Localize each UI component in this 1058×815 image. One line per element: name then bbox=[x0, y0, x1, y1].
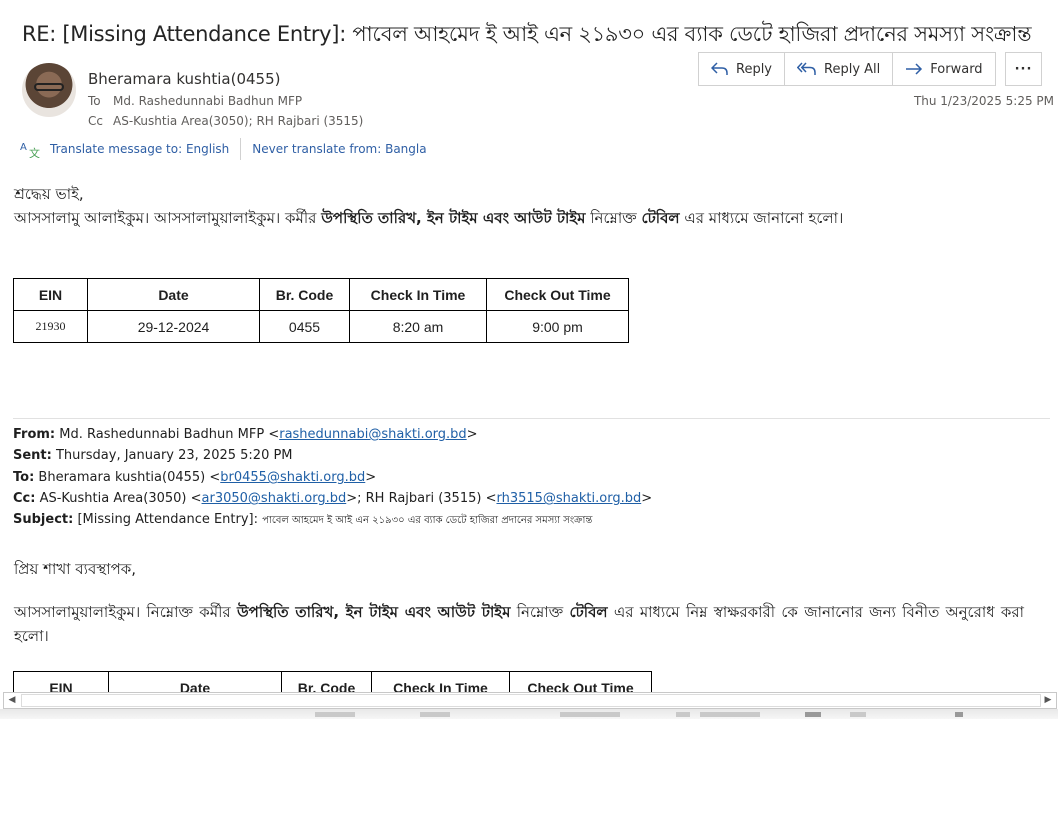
table-row: 21930 29-12-2024 0455 8:20 am 9:00 pm bbox=[13, 310, 629, 343]
horizontal-scrollbar[interactable]: ◀ ▶ bbox=[3, 692, 1057, 709]
cell-br-code: 0455 bbox=[259, 310, 350, 343]
quoted-sent: Sent: Thursday, January 23, 2025 5:20 PM bbox=[13, 448, 293, 463]
translate-bar: A 文 Translate message to: English Never … bbox=[20, 138, 427, 160]
subject-text: [Missing Attendance Entry]: bbox=[73, 512, 263, 527]
para-text: আসসালামু আলাইকুম। আসসালামুয়ালাইকুম। কর্… bbox=[14, 209, 322, 227]
forward-label: Forward bbox=[930, 61, 983, 77]
to-label: To: bbox=[13, 470, 35, 485]
para-text: আসসালামুয়ালাইকুম। নিম্নোক্ত কর্মীর bbox=[14, 603, 237, 621]
svg-text:A: A bbox=[20, 142, 27, 153]
to-name: Bheramara kushtia(0455) < bbox=[34, 470, 221, 485]
from-email-link[interactable]: rashedunnabi@shakti.org.bd bbox=[279, 427, 466, 442]
scroll-thumb[interactable] bbox=[21, 694, 1041, 707]
reply-all-label: Reply All bbox=[824, 61, 881, 77]
cc-recipients[interactable]: AS-Kushtia Area(3050); RH Rajbari (3515) bbox=[113, 114, 363, 128]
body-paragraph: আসসালামু আলাইকুম। আসসালামুয়ালাইকুম। কর্… bbox=[14, 207, 843, 232]
quoted-greeting: প্রিয় শাখা ব্যবস্থাপক, bbox=[14, 560, 137, 578]
scroll-right-icon[interactable]: ▶ bbox=[1040, 693, 1056, 708]
para-bold: টেবিল bbox=[641, 209, 680, 227]
quoted-from: From: Md. Rashedunnabi Badhun MFP <rashe… bbox=[13, 427, 478, 442]
greeting: শ্রদ্ধেয় ভাই, bbox=[14, 185, 84, 203]
quoted-paragraph: আসসালামুয়ালাইকুম। নিম্নোক্ত কর্মীর উপস্… bbox=[14, 600, 1024, 648]
header-check-out: Check Out Time bbox=[486, 278, 629, 311]
reply-button[interactable]: Reply bbox=[698, 52, 786, 86]
angle-close: > bbox=[365, 470, 377, 485]
forward-arrow-icon bbox=[906, 63, 923, 75]
sent-value: Thursday, January 23, 2025 5:20 PM bbox=[51, 448, 293, 463]
sent-label: Sent: bbox=[13, 448, 52, 463]
to-recipient[interactable]: Md. Rashedunnabi Badhun MFP bbox=[113, 94, 302, 108]
more-actions-button[interactable]: ··· bbox=[1004, 52, 1043, 86]
cc-email-link[interactable]: rh3515@shakti.org.bd bbox=[496, 491, 641, 506]
angle-close: > bbox=[466, 427, 478, 442]
para-bold: উপস্থিতি তারিখ, ইন টাইম এবং আউট টাইম bbox=[236, 603, 511, 621]
para-text: নিম্নোক্ত bbox=[510, 603, 570, 621]
table-header-row: EIN Date Br. Code Check In Time Check Ou… bbox=[13, 278, 629, 311]
para-text: নিম্নোক্ত bbox=[585, 209, 642, 227]
to-label: To bbox=[88, 94, 101, 108]
to-line: To Md. Rashedunnabi Badhun MFP bbox=[88, 94, 302, 108]
translate-icon: A 文 bbox=[20, 140, 40, 158]
forward-button[interactable]: Forward bbox=[892, 52, 996, 86]
status-bar bbox=[0, 709, 1058, 719]
para-text: এর মাধ্যমে জানানো হলো। bbox=[679, 209, 844, 227]
never-translate-link[interactable]: Never translate from: Bangla bbox=[252, 142, 426, 156]
cc-label: Cc: bbox=[13, 491, 36, 506]
cc-line: Cc AS-Kushtia Area(3050); RH Rajbari (351… bbox=[88, 114, 363, 128]
svg-text:文: 文 bbox=[29, 146, 40, 158]
from-name: Md. Rashedunnabi Badhun MFP < bbox=[55, 427, 280, 442]
reply-label: Reply bbox=[736, 61, 773, 77]
message-toolbar: Reply Reply All Forward ··· bbox=[698, 52, 1043, 86]
header-check-in: Check In Time bbox=[349, 278, 487, 311]
sender-avatar[interactable] bbox=[22, 63, 76, 117]
cell-check-out: 9:00 pm bbox=[486, 310, 629, 343]
para-bold: টেবিল bbox=[569, 603, 608, 621]
cell-check-in: 8:20 am bbox=[349, 310, 487, 343]
translate-message-link[interactable]: Translate message to: English bbox=[50, 142, 229, 156]
email-subject: RE: [Missing Attendance Entry]: পাবেল আহ… bbox=[22, 22, 1032, 46]
reply-all-button[interactable]: Reply All bbox=[784, 52, 894, 86]
header-br-code: Br. Code bbox=[259, 278, 350, 311]
more-icon: ··· bbox=[1014, 61, 1033, 77]
cc-email-link[interactable]: ar3050@shakti.org.bd bbox=[202, 491, 347, 506]
header-ein: EIN bbox=[13, 278, 88, 311]
from-label: From: bbox=[13, 427, 56, 442]
cc-label: Cc bbox=[88, 114, 103, 128]
subject-label: Subject: bbox=[13, 512, 74, 527]
para-bold: উপস্থিতি তারিখ, ইন টাইম এবং আউট টাইম bbox=[321, 209, 586, 227]
to-email-link[interactable]: br0455@shakti.org.bd bbox=[220, 470, 365, 485]
reply-all-icon bbox=[797, 62, 816, 75]
reply-icon bbox=[711, 62, 728, 75]
quoted-cc: Cc: AS-Kushtia Area(3050) <ar3050@shakti… bbox=[13, 491, 652, 506]
cell-ein: 21930 bbox=[13, 310, 88, 343]
cc-name: AS-Kushtia Area(3050) < bbox=[35, 491, 202, 506]
cc-name: >; RH Rajbari (3515) < bbox=[346, 491, 497, 506]
sender-name[interactable]: Bheramara kushtia(0455) bbox=[88, 70, 281, 88]
subject-text-bangla: পাবেল আহমেদ ই আই এন ২১৯৩০ এর ব্যাক ডেটে … bbox=[262, 515, 593, 526]
attendance-table: EIN Date Br. Code Check In Time Check Ou… bbox=[13, 278, 629, 343]
cell-date: 29-12-2024 bbox=[87, 310, 260, 343]
angle-close: > bbox=[641, 491, 653, 506]
sent-date: Thu 1/23/2025 5:25 PM bbox=[913, 94, 1054, 108]
translate-divider bbox=[240, 138, 242, 160]
quoted-subject: Subject: [Missing Attendance Entry]: পাব… bbox=[13, 512, 592, 530]
quoted-to: To: Bheramara kushtia(0455) <br0455@shak… bbox=[13, 470, 376, 485]
scroll-left-icon[interactable]: ◀ bbox=[4, 693, 20, 708]
quote-divider bbox=[13, 418, 1050, 419]
header-date: Date bbox=[87, 278, 260, 311]
